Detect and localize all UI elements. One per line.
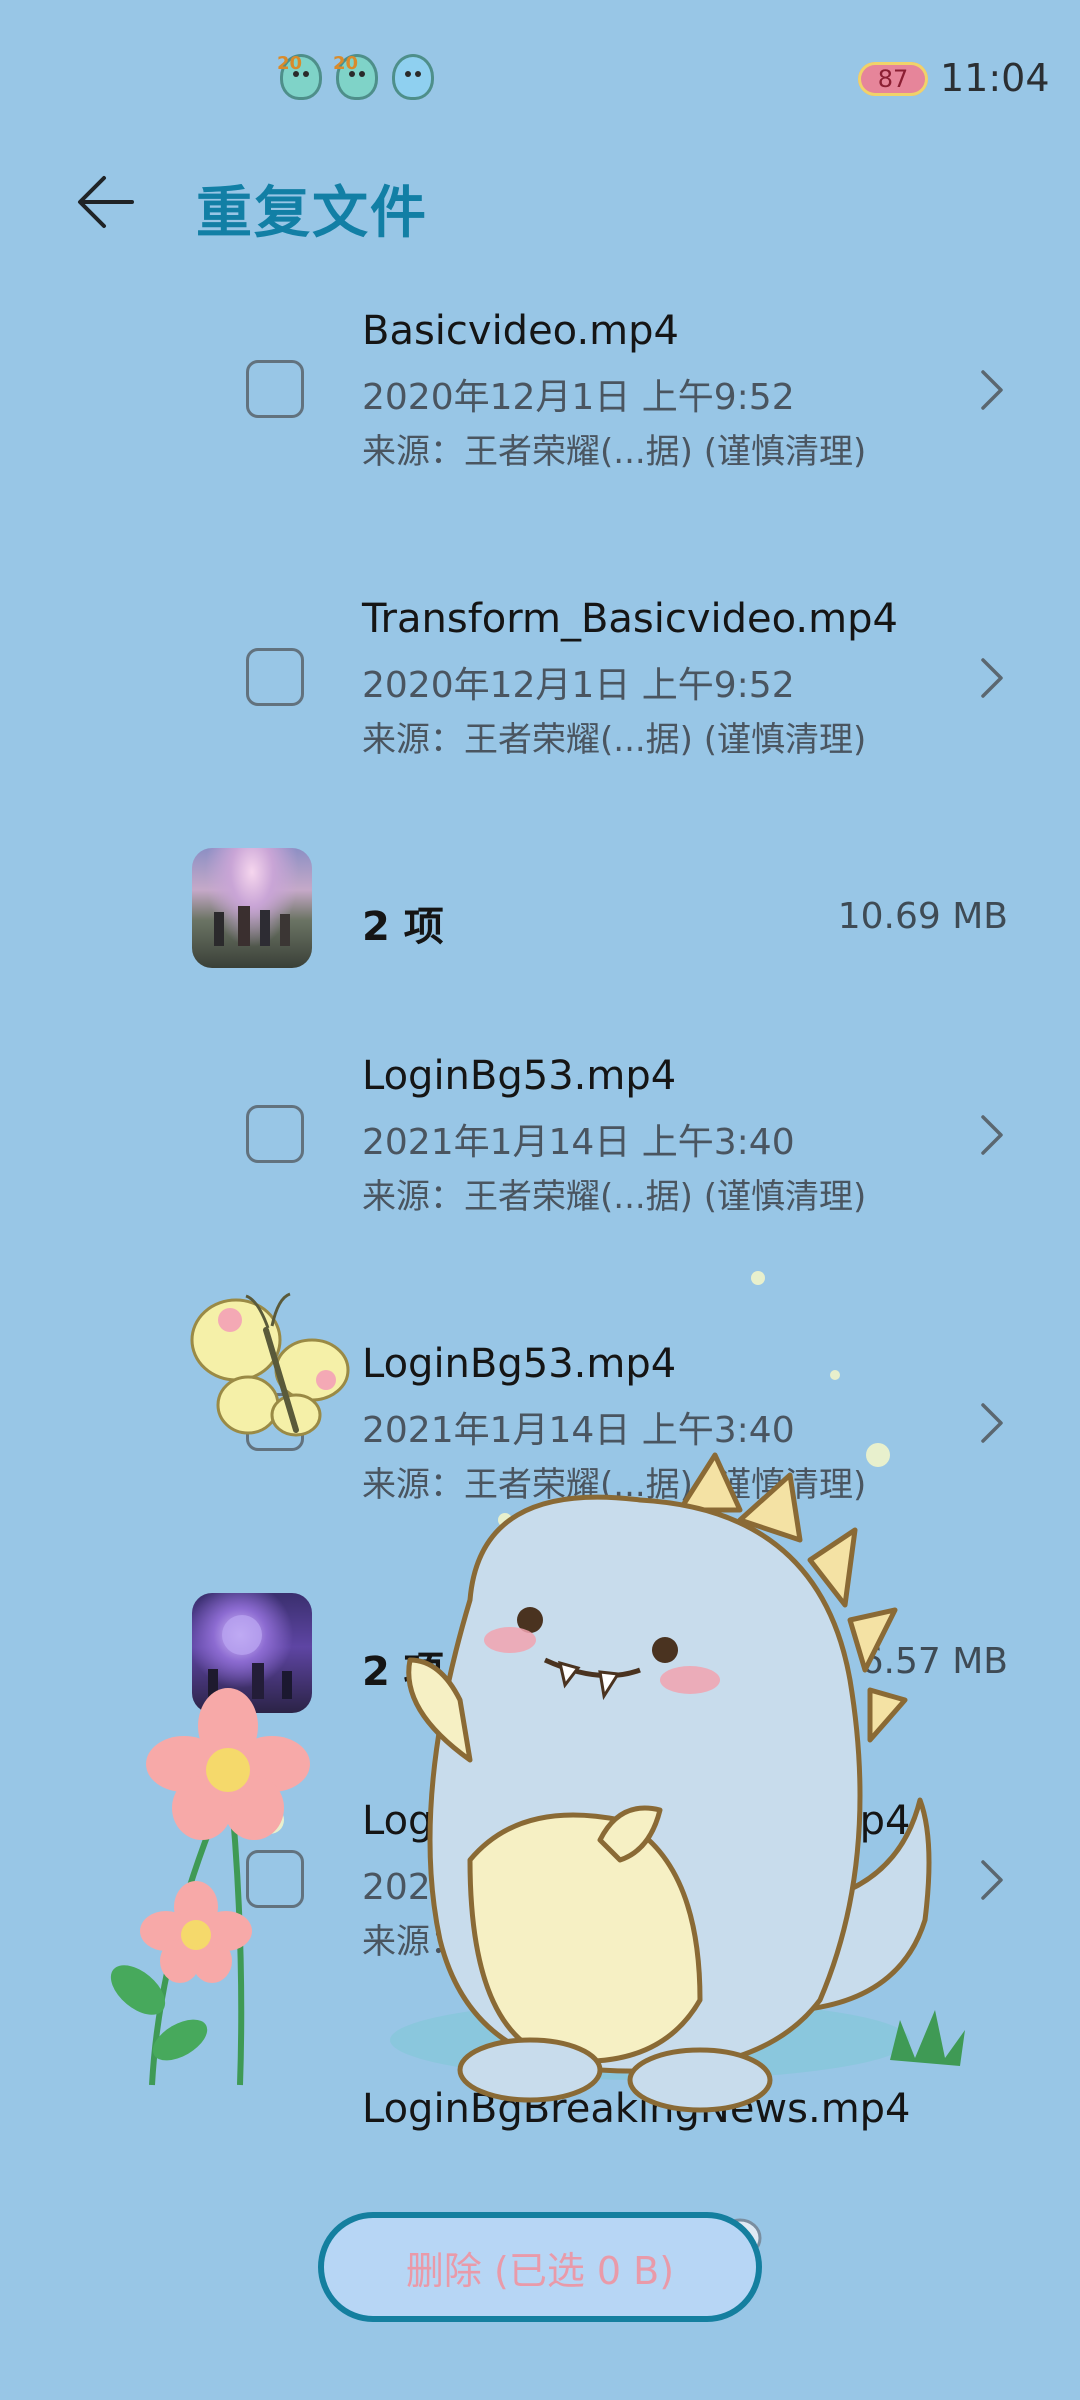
file-date: 2021年1月12日 上午10:45 [362, 1867, 818, 1908]
file-date: 2020年12月1日 上午9:52 [362, 665, 795, 706]
list-item[interactable]: LoginBg53.mp4 2021年1月14日 上午3:40 来源：王者荣耀(… [0, 1293, 1080, 1581]
file-name: LoginBg53.mp4 [362, 1053, 677, 1099]
dino-notification-icon: 20 [277, 53, 322, 100]
file-source: 来源：王者荣耀(...据) (谨慎清理) [362, 1177, 867, 1217]
group-count: 2 项 [362, 904, 444, 950]
select-checkbox[interactable] [246, 1393, 304, 1451]
back-button[interactable] [66, 162, 146, 242]
video-thumbnail [192, 1593, 312, 1713]
file-name: Basicvideo.mp4 [362, 308, 679, 354]
file-date: 2021年1月14日 上午3:40 [362, 1410, 795, 1451]
chevron-right-icon[interactable] [972, 1105, 1012, 1165]
notification-badge: 20 [277, 53, 303, 74]
file-source: 来源：王者荣耀(...据) (谨慎清理) [362, 720, 867, 760]
list-item[interactable]: LoginBgBreakingNews.mp4 [0, 2038, 1080, 2140]
list-item[interactable]: LoginBg53.mp4 2021年1月14日 上午3:40 来源：王者荣耀(… [0, 1005, 1080, 1293]
duplicate-file-list[interactable]: Basicvideo.mp4 2020年12月1日 上午9:52 来源：王者荣耀… [0, 260, 1080, 2140]
dino-notification-icon [392, 54, 434, 100]
list-item[interactable]: LoginBgBreakingNews.mp4 2021年1月12日 上午10:… [0, 1750, 1080, 2038]
list-item[interactable]: Transform_Basicvideo.mp4 2020年12月1日 上午9:… [0, 548, 1080, 836]
file-name: LoginBg53.mp4 [362, 1341, 677, 1387]
file-source: 来源：王者荣耀(...据) (谨慎清理) [362, 1465, 867, 1505]
duplicate-group-header[interactable]: 2 项 6.57 MB [0, 1583, 1080, 1743]
select-checkbox[interactable] [246, 648, 304, 706]
notification-badge: 20 [333, 53, 359, 74]
select-checkbox[interactable] [246, 1850, 304, 1908]
chevron-right-icon[interactable] [972, 1393, 1012, 1453]
page-title: 重复文件 [196, 181, 428, 246]
duplicate-group-header[interactable]: 2 项 10.69 MB [0, 838, 1080, 998]
file-name: Transform_Basicvideo.mp4 [362, 596, 898, 642]
notification-icons: 20 20 [277, 53, 434, 100]
select-checkbox[interactable] [246, 360, 304, 418]
chevron-right-icon[interactable] [972, 648, 1012, 708]
arrow-left-icon [78, 176, 134, 228]
file-date: 2020年12月1日 上午9:52 [362, 377, 795, 418]
file-source: 来源：王者荣耀(...据) (谨慎清理) [362, 432, 867, 472]
group-size: 10.69 MB [837, 896, 1008, 937]
select-checkbox[interactable] [246, 1105, 304, 1163]
status-time: 11:04 [940, 56, 1050, 100]
file-date: 2021年1月14日 上午3:40 [362, 1122, 795, 1163]
delete-button[interactable]: 删除 (已选 0 B) [318, 2212, 762, 2322]
chevron-right-icon[interactable] [972, 360, 1012, 420]
file-source: 来源：王者荣耀(...据) (谨慎清理) [362, 1922, 867, 1962]
list-item[interactable]: Basicvideo.mp4 2020年12月1日 上午9:52 来源：王者荣耀… [0, 260, 1080, 548]
group-count: 2 项 [362, 1649, 444, 1695]
status-bar: 20 20 87 11:04 [0, 0, 1080, 160]
video-thumbnail [192, 848, 312, 968]
battery-indicator: 87 [858, 62, 928, 96]
file-name: LoginBgBreakingNews.mp4 [362, 2086, 911, 2132]
file-name: LoginBgBreakingNews.mp4 [362, 1798, 911, 1844]
dino-notification-icon: 20 [333, 53, 378, 100]
group-size: 6.57 MB [860, 1641, 1008, 1682]
chevron-right-icon[interactable] [972, 1850, 1012, 1910]
